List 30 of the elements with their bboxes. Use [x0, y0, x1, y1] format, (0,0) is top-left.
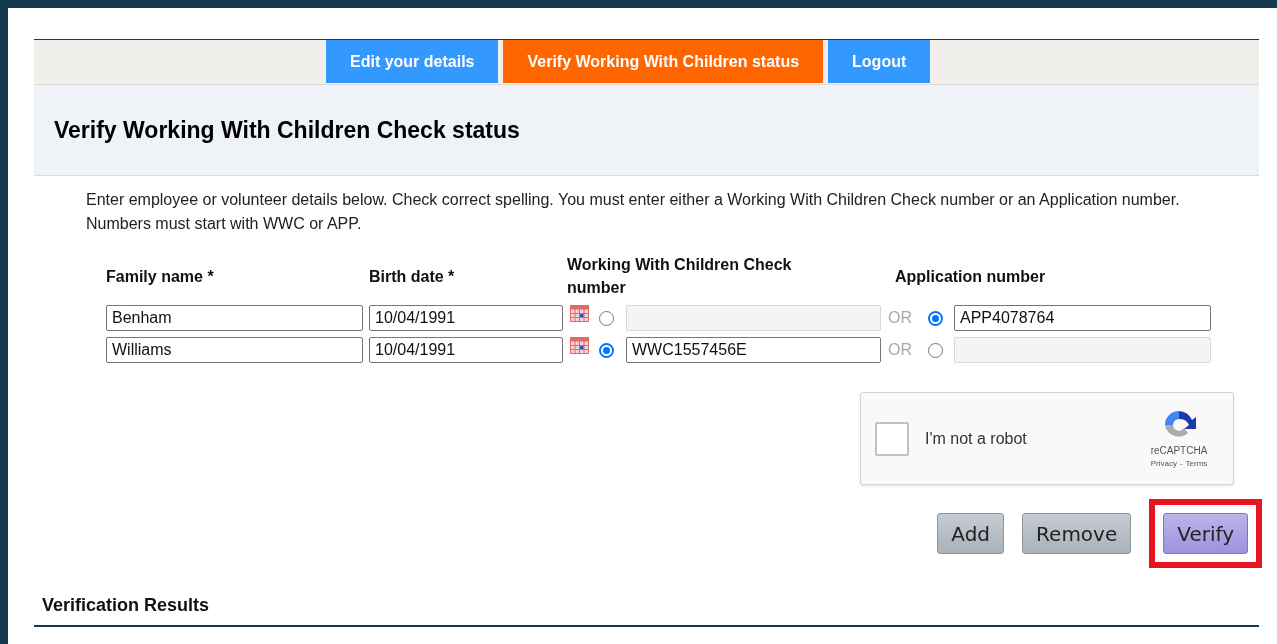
text-field[interactable]	[626, 305, 881, 331]
column-header: Birth date *	[369, 266, 456, 287]
action-button[interactable]: Remove	[1022, 513, 1132, 554]
radio-button[interactable]	[928, 310, 943, 326]
calendar-icon[interactable]	[570, 305, 589, 322]
privacy-link[interactable]: Privacy	[1150, 458, 1177, 470]
radio-button[interactable]	[599, 342, 614, 358]
action-button[interactable]: Verify	[1163, 513, 1248, 554]
column-header: Family name *	[106, 266, 215, 287]
instructions-text: Enter employee or volunteer details below. Check correct spelling. You must enter either a Working With Children Check number or an Application number. Numbers must start with WWC or APP.	[86, 190, 1181, 234]
text-field[interactable]	[954, 337, 1211, 363]
text-field[interactable]: WWC1557456E	[626, 337, 881, 363]
date-field[interactable]: 10/04/1991	[369, 305, 563, 331]
text-field[interactable]: APP4078764	[954, 305, 1211, 331]
captcha-checkbox[interactable]	[875, 421, 909, 456]
action-button[interactable]: Add	[937, 513, 1005, 554]
separator-text: OR	[887, 308, 913, 328]
separator-text: OR	[887, 340, 913, 360]
recaptcha-brand: reCAPTCHA	[1150, 444, 1208, 458]
captcha-label: I'm not a robot	[925, 428, 1028, 449]
text-field[interactable]: Williams	[106, 337, 363, 363]
terms-link[interactable]: Terms	[1185, 458, 1208, 470]
calendar-icon[interactable]	[570, 337, 589, 354]
page-heading: Verify Working With Children Check status	[54, 115, 520, 145]
text-field[interactable]: Benham	[106, 305, 363, 331]
date-field[interactable]: 10/04/1991	[369, 337, 563, 363]
column-header: Application number	[894, 266, 1047, 287]
column-header: Working With Children Check number	[567, 255, 793, 298]
section-heading: Verification Results	[42, 594, 211, 617]
link-separator: -	[1179, 458, 1183, 470]
